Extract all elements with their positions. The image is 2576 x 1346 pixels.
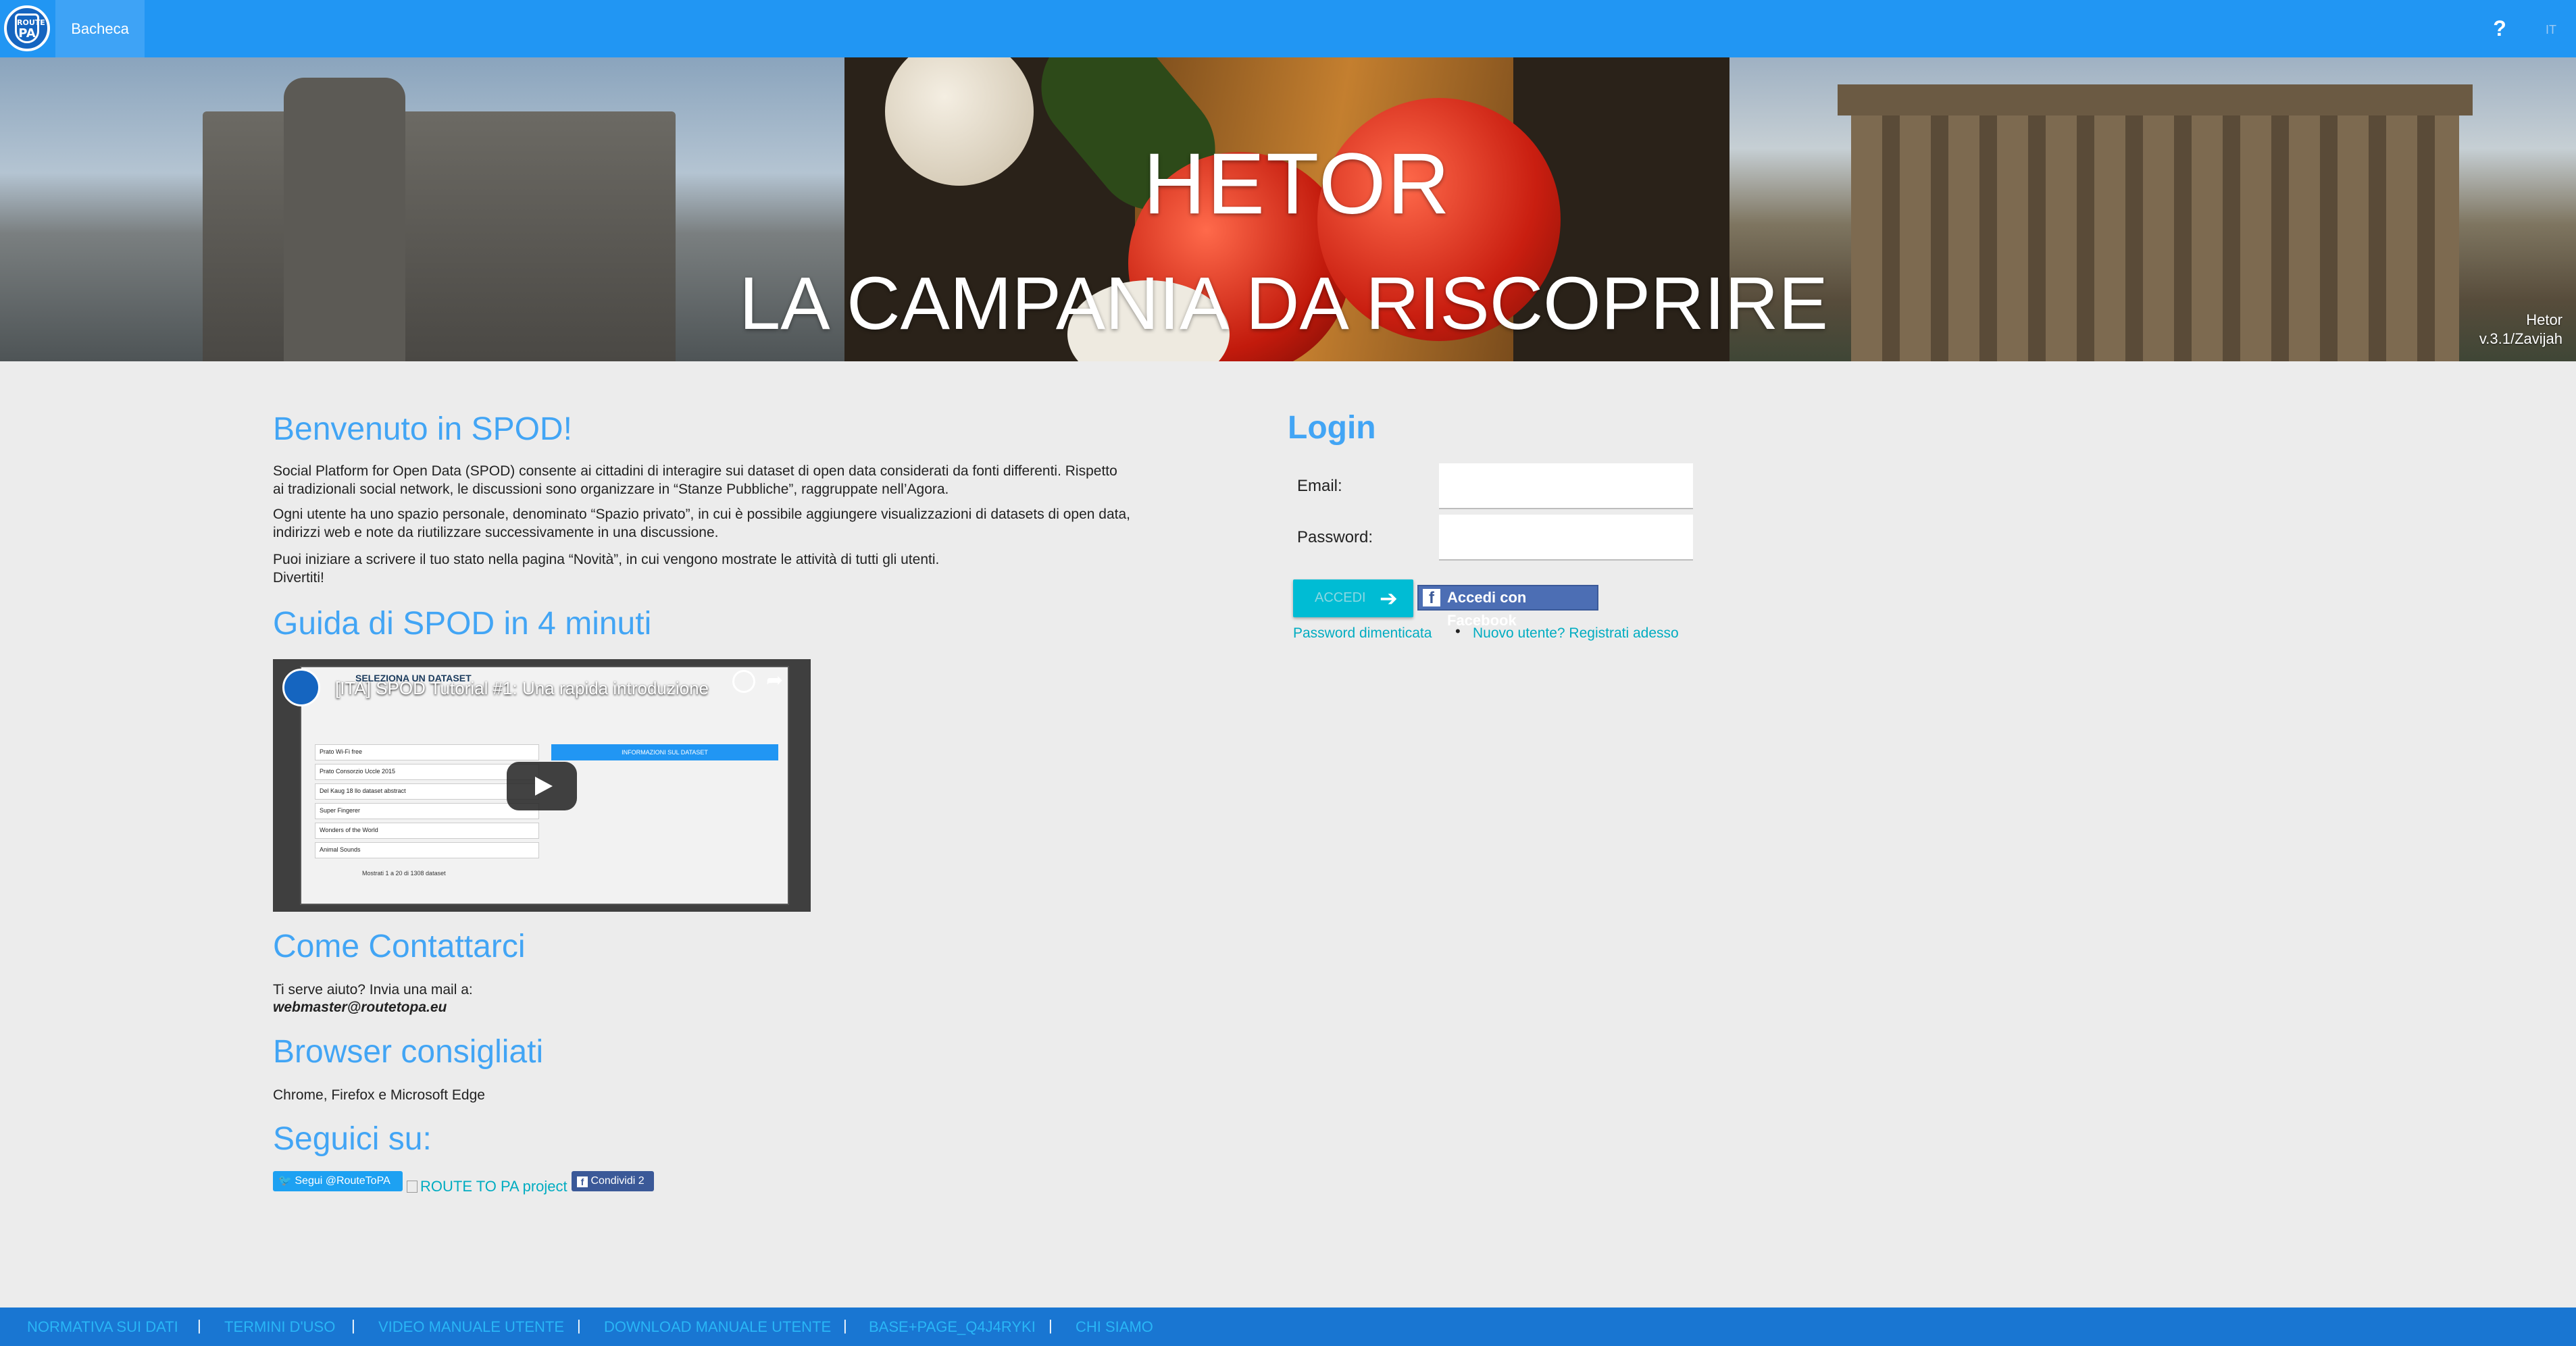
footer-separator: | <box>197 1317 201 1334</box>
welcome-p3-line2: Divertiti! <box>273 570 324 586</box>
video-info-panel: INFORMAZIONI SUL DATASET <box>551 744 778 760</box>
twitter-bird-icon: 🐦 <box>278 1175 292 1187</box>
routetopa-logo[interactable]: ROUTE PA <box>4 5 50 51</box>
welcome-paragraph-2: Ogni utente ha uno spazio personale, den… <box>273 505 1192 542</box>
video-list-item: Wonders of the World <box>315 823 539 839</box>
footer-separator: | <box>577 1317 581 1334</box>
password-field[interactable] <box>1439 515 1693 561</box>
app-version: Hetor v.3.1/Zavijah <box>2479 311 2562 348</box>
footer-link-chi-siamo[interactable]: CHI SIAMO <box>1076 1318 1153 1336</box>
language-selector[interactable]: IT <box>2546 23 2556 37</box>
top-navbar: ROUTE PA Bacheca ? IT <box>0 0 2576 57</box>
link-separator: • <box>1455 623 1461 640</box>
welcome-paragraph-3: Puoi iniziare a scrivere il tuo stato ne… <box>273 550 1192 587</box>
login-heading: Login <box>1288 410 1376 446</box>
footer-link-video-manuale[interactable]: VIDEO MANUALE UTENTE <box>378 1318 564 1336</box>
video-list-label: Prato Consorzio Uccle 2015 <box>320 768 396 775</box>
castle-tower-shape <box>284 78 405 361</box>
facebook-share-button[interactable]: f Condividi 2 <box>572 1171 654 1191</box>
facebook-login-button[interactable]: f Accedi con Facebook <box>1417 585 1598 629</box>
guide-heading: Guida di SPOD in 4 minuti <box>273 606 652 642</box>
banner-title: HETOR <box>1143 136 1451 232</box>
channel-avatar-icon[interactable] <box>282 669 320 706</box>
broken-image-icon <box>407 1181 418 1193</box>
version-name: Hetor <box>2526 311 2562 328</box>
video-panel-title: INFORMAZIONI SUL DATASET <box>622 749 708 756</box>
facebook-share-label: Condividi 2 <box>590 1175 645 1187</box>
version-number: v.3.1/Zavijah <box>2479 330 2562 347</box>
follow-heading: Seguici su: <box>273 1121 432 1157</box>
contact-email[interactable]: webmaster@routetopa.eu <box>273 998 1192 1016</box>
email-field[interactable] <box>1439 463 1693 509</box>
browsers-heading: Browser consigliati <box>273 1034 544 1070</box>
video-list-item: Del Kaug 18 llo dataset abstract <box>315 783 539 800</box>
welcome-p2-line2: indirizzi web e note da riutilizzare suc… <box>273 525 719 540</box>
facebook-f-icon: f <box>577 1176 588 1187</box>
browsers-text: Chrome, Firefox e Microsoft Edge <box>273 1087 485 1103</box>
welcome-p1-line2: ai tradizionali social network, le discu… <box>273 482 949 497</box>
footer-link-normativa[interactable]: NORMATIVA SUI DATI <box>27 1318 178 1336</box>
garlic-shape <box>885 57 1034 186</box>
video-pager: Mostrati 1 a 20 di 1308 dataset <box>362 870 446 877</box>
contact-heading: Come Contattarci <box>273 929 526 964</box>
video-list-item: Animal Sounds <box>315 842 539 858</box>
play-button-icon[interactable] <box>507 762 577 810</box>
video-list-item: Prato Wi-Fi free <box>315 744 539 760</box>
routetopa-project-link[interactable]: ROUTE TO PA project <box>407 1178 567 1195</box>
logo-shield-icon: ROUTE PA <box>15 14 45 43</box>
video-list-item: Super Fingerer <box>315 803 539 819</box>
forgot-password-link[interactable]: Password dimenticata <box>1293 625 1432 642</box>
banner-subtitle: LA CAMPANIA DA RISCOPRIRE <box>739 262 1828 345</box>
help-icon[interactable]: ? <box>2486 15 2513 42</box>
arrow-right-icon: ➔ <box>1380 586 1398 611</box>
hero-banner: HETOR LA CAMPANIA DA RISCOPRIRE <box>0 57 2576 361</box>
video-list-label: Wonders of the World <box>320 827 378 833</box>
project-link-label: ROUTE TO PA project <box>420 1178 567 1195</box>
email-label: Email: <box>1297 477 1342 495</box>
footer-separator: | <box>351 1317 355 1334</box>
castle-shape <box>203 111 676 361</box>
facebook-f-icon: f <box>1423 589 1440 607</box>
footer-link-base-page[interactable]: BASE+PAGE_Q4J4RYKI <box>869 1318 1036 1336</box>
footer-separator: | <box>843 1317 847 1334</box>
video-list-label: Animal Sounds <box>320 846 361 853</box>
video-list-label: Prato Wi-Fi free <box>320 748 363 755</box>
share-icon[interactable]: ➦ <box>766 669 783 692</box>
watch-later-icon[interactable] <box>732 670 755 693</box>
welcome-p1-line1: Social Platform for Open Data (SPOD) con… <box>273 463 1117 479</box>
video-title[interactable]: [ITA] SPOD Tutorial #1: Una rapida intro… <box>335 678 709 699</box>
video-list-label: Super Fingerer <box>320 807 361 814</box>
welcome-p3-line1: Puoi iniziare a scrivere il tuo stato ne… <box>273 552 940 567</box>
password-label: Password: <box>1297 528 1373 546</box>
temple-roof-shape <box>1838 84 2473 115</box>
tab-bacheca[interactable]: Bacheca <box>55 0 145 57</box>
twitter-follow-label: Segui @RouteToPA <box>295 1175 390 1187</box>
temple-columns-shape <box>1851 98 2459 361</box>
twitter-follow-button[interactable]: 🐦 Segui @RouteToPA <box>273 1171 403 1191</box>
welcome-paragraph-1: Social Platform for Open Data (SPOD) con… <box>273 462 1192 498</box>
register-link[interactable]: Nuovo utente? Registrati adesso <box>1473 625 1679 642</box>
welcome-p2-line1: Ogni utente ha uno spazio personale, den… <box>273 507 1130 522</box>
login-submit-label: ACCEDI <box>1315 590 1366 605</box>
footer-bar: NORMATIVA SUI DATI | TERMINI D'USO | VID… <box>0 1308 2576 1346</box>
video-list-label: Del Kaug 18 llo dataset abstract <box>320 787 406 794</box>
footer-link-termini[interactable]: TERMINI D'USO <box>224 1318 335 1336</box>
login-submit-button[interactable]: ACCEDI ➔ <box>1293 579 1413 617</box>
contact-text: Ti serve aiuto? Invia una mail a: <box>273 982 473 998</box>
footer-link-download-manuale[interactable]: DOWNLOAD MANUALE UTENTE <box>604 1318 831 1336</box>
footer-separator: | <box>1049 1317 1053 1334</box>
logo-text-bottom: PA <box>18 26 36 41</box>
tutorial-video-player[interactable]: SELEZIONA UN DATASET INFORMAZIONI SUL DA… <box>273 659 811 912</box>
video-list-item: Prato Consorzio Uccle 2015 <box>315 764 539 780</box>
welcome-heading: Benvenuto in SPOD! <box>273 411 572 447</box>
